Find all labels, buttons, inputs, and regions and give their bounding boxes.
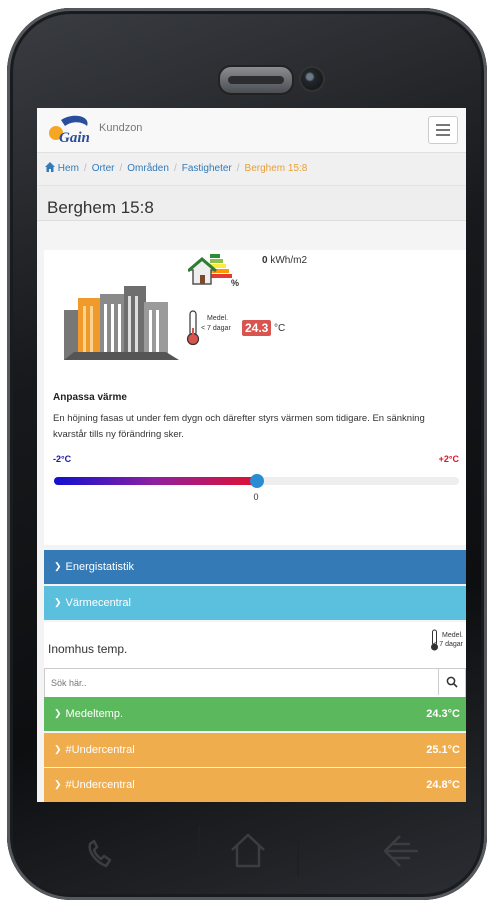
menu-icon-line xyxy=(436,124,450,126)
chevron-down-icon: ❯ xyxy=(54,744,62,754)
heat-slider[interactable] xyxy=(54,474,459,488)
section-label: Värmecentral xyxy=(65,597,131,609)
reading-label: #Undercentral xyxy=(65,744,135,756)
heat-slider-knob[interactable] xyxy=(249,474,264,488)
thermometer-icon xyxy=(186,310,200,346)
svg-text:Gain: Gain xyxy=(59,130,90,146)
brand-text[interactable]: Kundzon xyxy=(99,122,142,134)
speaker-grille xyxy=(218,65,294,95)
temp-caption-line1: Medel. xyxy=(207,315,229,322)
heat-slider-fill xyxy=(54,477,257,485)
search-box xyxy=(44,668,466,698)
chevron-down-icon: ❯ xyxy=(54,597,62,607)
reading-row-undercentral[interactable]: ❯ #Undercentral 24.8°C xyxy=(44,768,466,802)
section-label: Energistatistik xyxy=(65,561,135,573)
menu-toggle-button[interactable] xyxy=(428,116,458,144)
app-screen: Gain Kundzon Hem / Orter / Områden / Fastighet… xyxy=(37,108,466,802)
slider-value-label: 0 xyxy=(253,492,259,502)
menu-icon-line xyxy=(436,134,450,136)
indoor-caption-line1: Medel. xyxy=(441,632,463,639)
breadcrumb-separator: / xyxy=(119,163,123,174)
breadcrumb-separator: / xyxy=(236,163,240,174)
search-button[interactable] xyxy=(438,669,465,695)
camera-lens xyxy=(299,66,325,92)
breadcrumb: Hem / Orter / Områden / Fastigheter / Berghem 15… xyxy=(37,153,466,186)
chevron-down-icon: ❯ xyxy=(54,779,62,789)
chevron-down-icon: ❯ xyxy=(54,708,62,718)
reading-value: 24.8°C xyxy=(426,779,460,791)
back-key-icon[interactable] xyxy=(380,832,422,870)
breadcrumb-omraden[interactable]: Områden xyxy=(127,163,169,174)
buildings-icon xyxy=(64,286,179,360)
page-title: Berghem 15:8 xyxy=(47,198,154,217)
indoor-header: Inomhus temp. Medel. < 7 dagar xyxy=(44,622,466,668)
energy-reading: 0 kWh/m2 xyxy=(262,255,307,266)
chevron-down-icon: ❯ xyxy=(54,561,62,571)
reading-value: 25.1°C xyxy=(426,744,460,756)
property-panel: % 0 kWh/m2 Medel. < 7 dagar 24.3 °C Anpa… xyxy=(44,250,466,545)
temp-unit: °C xyxy=(274,323,286,334)
gain-logo[interactable]: Gain xyxy=(47,114,95,146)
indoor-caption: Medel. < 7 dagar xyxy=(433,631,463,649)
reading-label: #Undercentral xyxy=(65,779,135,791)
search-icon xyxy=(446,676,458,688)
indoor-caption-line2: < 7 dagar xyxy=(433,641,463,648)
section-varmecentral[interactable]: ❯ Värmecentral xyxy=(44,586,466,620)
indoor-title: Inomhus temp. xyxy=(48,642,128,656)
breadcrumb-home[interactable]: Hem xyxy=(58,163,79,174)
reading-row-undercentral[interactable]: ❯ #Undercentral 25.1°C xyxy=(44,733,466,767)
reading-value: 24.3°C xyxy=(426,708,460,720)
energy-unit: kWh/m2 xyxy=(270,255,308,266)
section-energistatistik[interactable]: ❯ Energistatistik xyxy=(44,550,466,584)
home-key-icon[interactable] xyxy=(228,830,268,872)
energy-value: 0 xyxy=(262,255,268,266)
adjust-description: En höjning fasas ut under fem dygn och d… xyxy=(53,413,425,440)
temp-caption-line2: < 7 dagar xyxy=(201,325,231,332)
breadcrumb-active: Berghem 15:8 xyxy=(244,163,308,174)
temp-badge: 24.3 xyxy=(242,320,272,336)
page-title-bar: Berghem 15:8 xyxy=(37,186,466,221)
phone-key-icon[interactable] xyxy=(80,832,122,874)
energy-percent: % xyxy=(231,278,240,288)
key-divider xyxy=(198,826,200,876)
slider-min-label: -2°C xyxy=(53,454,72,464)
home-icon[interactable] xyxy=(45,162,55,172)
reading-label: Medeltemp. xyxy=(65,708,124,720)
reading-row-medeltemp[interactable]: ❯ Medeltemp. 24.3°C xyxy=(44,697,466,731)
search-input[interactable] xyxy=(45,669,433,697)
breadcrumb-orter[interactable]: Orter xyxy=(92,163,115,174)
breadcrumb-separator: / xyxy=(83,163,87,174)
breadcrumb-fastigheter[interactable]: Fastigheter xyxy=(182,163,232,174)
temp-caption: Medel. < 7 dagar xyxy=(201,314,231,334)
breadcrumb-separator: / xyxy=(173,163,177,174)
key-divider xyxy=(297,826,299,876)
slider-max-label: +2°C xyxy=(438,454,459,464)
navbar: Gain Kundzon xyxy=(37,108,466,153)
menu-icon-line xyxy=(436,129,450,131)
adjust-title: Anpassa värme xyxy=(53,392,127,403)
